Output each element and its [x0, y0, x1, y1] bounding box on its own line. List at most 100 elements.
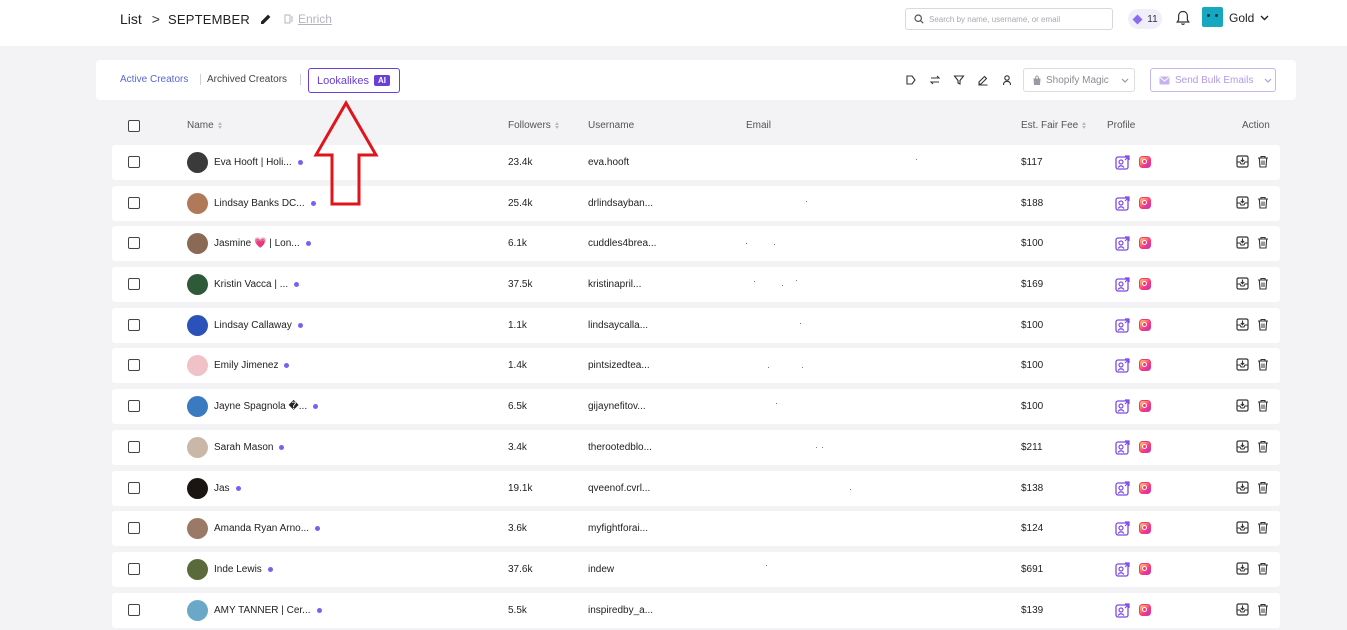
user-avatar[interactable]	[1202, 7, 1223, 27]
search-box[interactable]	[905, 8, 1113, 30]
send-bulk-emails-button[interactable]: Send Bulk Emails	[1150, 68, 1276, 92]
archive-icon[interactable]	[1236, 440, 1249, 453]
row-checkbox[interactable]	[128, 237, 140, 250]
creator-name[interactable]: Sarah Mason	[214, 442, 285, 453]
enrich-link[interactable]: Enrich	[284, 12, 332, 26]
tab-lookalikes[interactable]: Lookalikes AI	[308, 68, 400, 93]
profile-icon[interactable]	[1115, 562, 1130, 577]
instagram-icon[interactable]	[1139, 522, 1151, 535]
edit-icon[interactable]	[974, 71, 992, 89]
table-row[interactable]: Inde Lewis 37.6k indew $691	[112, 551, 1280, 587]
user-icon[interactable]	[998, 71, 1016, 89]
shopify-magic-dropdown[interactable]: Shopify Magic	[1023, 68, 1135, 92]
table-row[interactable]: Jayne Spagnola �... 6.5k gijaynefitov...…	[112, 389, 1280, 425]
creator-name[interactable]: Jas	[214, 483, 241, 494]
creator-name[interactable]: Eva Hooft | Holi...	[214, 157, 303, 168]
archive-icon[interactable]	[1236, 358, 1249, 372]
trash-icon[interactable]	[1257, 277, 1269, 290]
instagram-icon[interactable]	[1139, 237, 1151, 250]
instagram-icon[interactable]	[1139, 603, 1151, 616]
instagram-icon[interactable]	[1139, 196, 1151, 209]
row-checkbox[interactable]	[128, 196, 140, 209]
instagram-icon[interactable]	[1139, 481, 1151, 494]
row-checkbox[interactable]	[128, 156, 140, 168]
row-checkbox[interactable]	[128, 440, 140, 453]
row-checkbox[interactable]	[128, 359, 140, 372]
instagram-icon[interactable]	[1139, 562, 1151, 575]
trash-icon[interactable]	[1257, 399, 1269, 412]
column-name[interactable]: Name	[187, 120, 222, 131]
trash-icon[interactable]	[1257, 481, 1269, 494]
instagram-icon[interactable]	[1139, 318, 1151, 331]
table-row[interactable]: Emily Jimenez 1.4k pintsizedtea... $100	[112, 348, 1280, 384]
row-checkbox[interactable]	[128, 278, 140, 291]
instagram-icon[interactable]	[1139, 359, 1151, 372]
breadcrumb-root[interactable]: List	[120, 11, 142, 27]
profile-icon[interactable]	[1115, 318, 1130, 333]
profile-icon[interactable]	[1115, 155, 1130, 170]
swap-icon[interactable]	[926, 71, 944, 89]
credits-badge[interactable]: 11	[1128, 9, 1162, 29]
table-row[interactable]: Eva Hooft | Holi... 23.4k eva.hooft $117	[112, 145, 1280, 180]
plan-dropdown[interactable]: Gold	[1229, 11, 1269, 25]
pencil-icon[interactable]	[260, 13, 272, 25]
instagram-icon[interactable]	[1139, 278, 1151, 291]
archive-icon[interactable]	[1236, 562, 1249, 575]
archive-icon[interactable]	[1236, 196, 1249, 209]
column-fee[interactable]: Est. Fair Fee	[1021, 120, 1087, 131]
tab-active-creators[interactable]: Active Creators	[120, 74, 188, 85]
bell-icon[interactable]	[1176, 10, 1190, 26]
table-row[interactable]: Kristin Vacca | ... 37.5k kristinapril..…	[112, 267, 1280, 303]
creator-name[interactable]: Jayne Spagnola �...	[214, 401, 319, 412]
creator-name[interactable]: Jasmine 💗 | Lon...	[214, 238, 311, 249]
instagram-icon[interactable]	[1139, 400, 1151, 413]
trash-icon[interactable]	[1257, 155, 1269, 168]
archive-icon[interactable]	[1236, 155, 1249, 168]
archive-icon[interactable]	[1236, 480, 1249, 494]
profile-icon[interactable]	[1115, 521, 1130, 536]
profile-icon[interactable]	[1115, 440, 1130, 455]
trash-icon[interactable]	[1257, 440, 1269, 453]
profile-icon[interactable]	[1115, 236, 1130, 252]
table-row[interactable]: AMY TANNER | Cer... 5.5k inspiredby_a...…	[112, 592, 1280, 628]
instagram-icon[interactable]	[1139, 440, 1151, 453]
creator-name[interactable]: Lindsay Banks DC...	[214, 198, 316, 209]
profile-icon[interactable]	[1115, 399, 1130, 414]
archive-icon[interactable]	[1236, 236, 1249, 249]
select-all-checkbox[interactable]	[128, 120, 140, 132]
row-checkbox[interactable]	[128, 562, 140, 575]
trash-icon[interactable]	[1257, 196, 1269, 209]
trash-icon[interactable]	[1257, 236, 1269, 249]
archive-icon[interactable]	[1236, 399, 1249, 412]
row-checkbox[interactable]	[128, 481, 140, 494]
creator-name[interactable]: Inde Lewis	[214, 564, 273, 575]
trash-icon[interactable]	[1257, 603, 1269, 616]
creator-name[interactable]: AMY TANNER | Cer...	[214, 605, 322, 616]
trash-icon[interactable]	[1257, 318, 1269, 331]
table-row[interactable]: Jasmine 💗 | Lon... 6.1k cuddles4brea... …	[112, 226, 1280, 262]
table-row[interactable]: Lindsay Banks DC... 25.4k drlindsayban..…	[112, 185, 1280, 221]
archive-icon[interactable]	[1236, 277, 1249, 290]
row-checkbox[interactable]	[128, 318, 140, 331]
archive-icon[interactable]	[1236, 318, 1249, 331]
table-row[interactable]: Sarah Mason 3.4k therootedblo... $211	[112, 429, 1280, 465]
profile-icon[interactable]	[1115, 196, 1130, 211]
creator-name[interactable]: Emily Jimenez	[214, 360, 290, 371]
column-followers[interactable]: Followers	[508, 120, 559, 131]
trash-icon[interactable]	[1257, 562, 1269, 575]
row-checkbox[interactable]	[128, 522, 140, 535]
filter-icon[interactable]	[950, 71, 968, 89]
tab-archived-creators[interactable]: Archived Creators	[207, 74, 287, 85]
profile-icon[interactable]	[1115, 358, 1130, 374]
creator-name[interactable]: Amanda Ryan Arno...	[214, 523, 321, 534]
archive-icon[interactable]	[1236, 521, 1249, 534]
profile-icon[interactable]	[1115, 602, 1130, 618]
profile-icon[interactable]	[1115, 480, 1130, 496]
row-checkbox[interactable]	[128, 400, 140, 413]
trash-icon[interactable]	[1257, 521, 1269, 534]
search-input[interactable]	[929, 14, 1109, 24]
instagram-icon[interactable]	[1139, 156, 1151, 168]
archive-icon[interactable]	[1236, 602, 1249, 616]
trash-icon[interactable]	[1257, 358, 1269, 371]
tag-icon[interactable]	[902, 71, 920, 89]
